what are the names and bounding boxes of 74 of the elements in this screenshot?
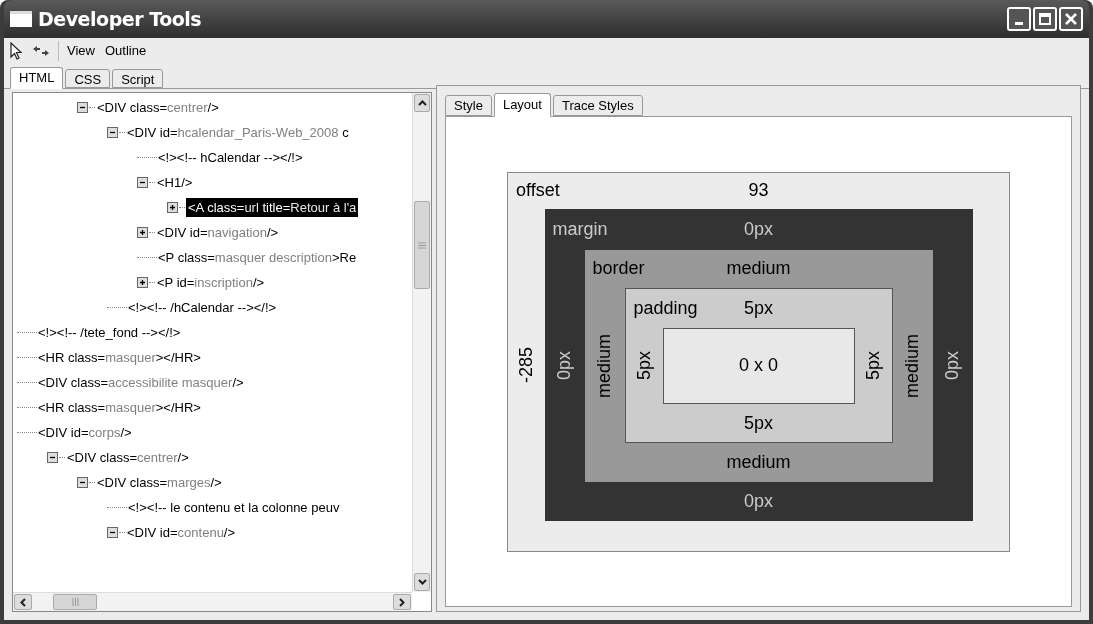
tree-node[interactable]: <DIV id=hcalendar_Paris-Web_2008 c [126, 122, 350, 143]
expand-icon[interactable] [137, 277, 148, 288]
collapse-icon[interactable] [77, 477, 88, 488]
tree-node[interactable]: <DIV class=marges/> [96, 472, 223, 493]
menu-item[interactable]: View [67, 41, 95, 61]
grip-icon [418, 241, 426, 249]
box-value: 0px [941, 351, 963, 381]
minimize-icon [1015, 22, 1023, 25]
tab[interactable]: Layout [493, 93, 551, 117]
tree-node[interactable]: <DIV class=accessibilite masquer/> [37, 372, 245, 393]
tree-node[interactable]: <DIV id=corps/> [37, 422, 133, 443]
box-value: medium [901, 333, 923, 398]
box-value: 5px [632, 351, 655, 381]
box-value: 5px [861, 351, 884, 381]
tab[interactable]: Script [112, 69, 164, 88]
scroll-up-button[interactable] [414, 94, 430, 112]
tree-node[interactable]: <HR class=masquer></HR> [37, 397, 202, 418]
box-value: medium [726, 451, 791, 475]
scroll-right-button[interactable] [393, 594, 411, 610]
box-value: 5px [744, 296, 773, 320]
scroll-left-button[interactable] [14, 594, 32, 610]
collapse-icon[interactable] [77, 102, 88, 113]
tab[interactable]: CSS [65, 69, 111, 88]
vertical-scrollbar[interactable] [412, 93, 431, 592]
tree-node[interactable]: <A class=url title=Retour à l'a [186, 197, 359, 218]
expand-icon[interactable] [167, 202, 178, 213]
tree-node[interactable]: <!><!-- /tete_fond --></!> [37, 322, 182, 343]
horizontal-scrollbar[interactable] [13, 592, 412, 611]
tab[interactable]: Trace Styles [552, 94, 643, 116]
arrows-icon[interactable] [32, 45, 50, 57]
collapse-icon[interactable] [107, 127, 118, 138]
tree-node[interactable]: <!><!-- /hCalendar --></!> [127, 297, 278, 318]
window-title: Developer Tools [38, 6, 202, 32]
box-value: 93 [748, 179, 769, 203]
box-label: padding [633, 296, 698, 320]
box-label: border [592, 257, 645, 281]
minimize-button[interactable] [1007, 7, 1031, 31]
tree-node[interactable]: <HR class=masquer></HR> [37, 347, 202, 368]
tree-node[interactable]: <P id=inscription/> [156, 272, 266, 293]
maximize-button[interactable] [1033, 7, 1057, 31]
box-value: medium [726, 257, 791, 281]
window-icon [10, 11, 32, 27]
maximize-icon [1039, 13, 1051, 25]
tree-node[interactable]: <!><!-- hCalendar --></!> [157, 147, 304, 168]
tree-node[interactable]: <!><!-- le contenu et la colonne peuv [127, 497, 341, 518]
grip-icon [71, 598, 79, 606]
tree-node[interactable]: <DIV class=centrer/> [66, 447, 190, 468]
scroll-down-button[interactable] [414, 573, 430, 591]
content-size: 0 x 0 [662, 327, 855, 404]
pointer-icon[interactable] [10, 42, 24, 60]
collapse-icon[interactable] [47, 452, 58, 463]
scroll-thumb[interactable] [53, 594, 97, 610]
scroll-thumb[interactable] [414, 201, 430, 289]
tree-node[interactable]: <P class=masquer description>Re [157, 247, 358, 268]
box-value: 0px [744, 218, 773, 242]
menu-item[interactable]: Outline [104, 41, 147, 61]
box-label: margin [552, 218, 608, 242]
tree-node[interactable]: <DIV class=centrer/> [96, 97, 220, 118]
tree-node[interactable]: <H1/> [156, 172, 194, 193]
tab[interactable]: Style [445, 94, 492, 116]
box-value: medium [593, 333, 615, 398]
close-button[interactable] [1059, 7, 1083, 31]
box-value: 0px [744, 490, 773, 514]
box-value: 0px [553, 351, 575, 381]
tab[interactable]: HTML [10, 67, 64, 89]
tree-node[interactable]: <DIV id=contenu/> [126, 522, 237, 543]
tree-node[interactable]: <DIV id=navigation/> [156, 222, 280, 243]
expand-icon[interactable] [137, 227, 148, 238]
collapse-icon[interactable] [107, 527, 118, 538]
close-icon [1064, 12, 1078, 26]
box-value: -285 [514, 347, 537, 384]
box-value: 5px [744, 411, 773, 435]
box-label: offset [516, 179, 560, 203]
collapse-icon[interactable] [137, 177, 148, 188]
